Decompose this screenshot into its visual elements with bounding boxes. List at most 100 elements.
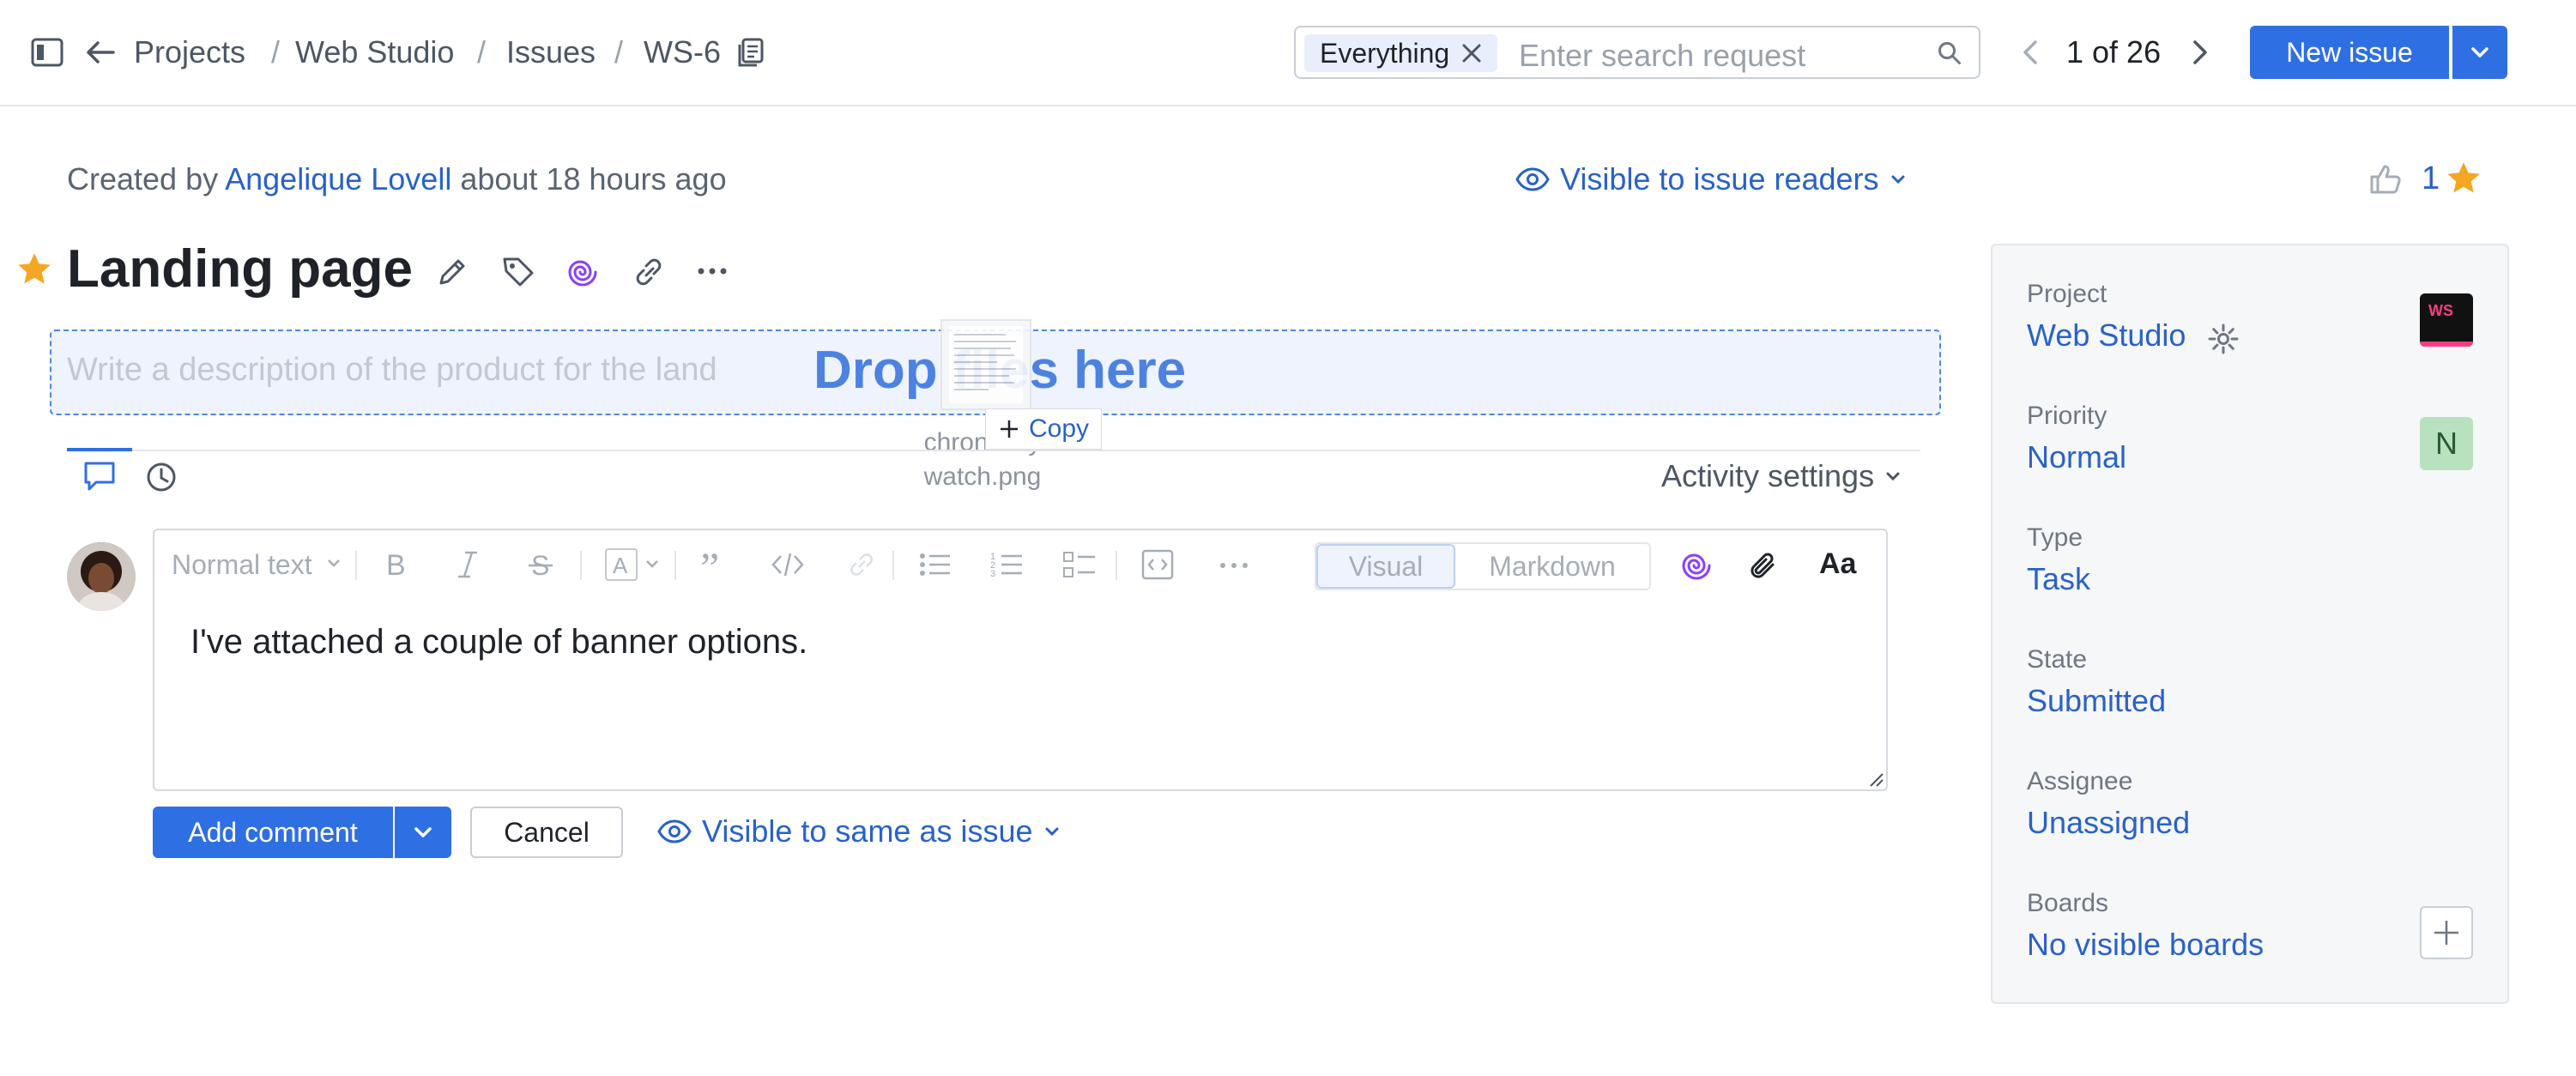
text-style-select[interactable]: Normal text: [172, 549, 312, 581]
activity-settings-label: Activity settings: [1661, 458, 1875, 493]
field-label-project: Project: [2027, 280, 2107, 308]
issue-visibility-label: Visible to issue readers: [1560, 161, 1879, 196]
issue-title[interactable]: Landing page: [67, 239, 413, 299]
breadcrumb-separator: /: [271, 34, 281, 70]
avatar: [67, 542, 136, 611]
dragged-file-thumbnail: [940, 319, 1031, 410]
breadcrumb-project[interactable]: Web Studio: [295, 34, 454, 70]
tab-comments-icon[interactable]: [82, 460, 117, 493]
thumbs-up-icon[interactable]: [2368, 161, 2403, 196]
issue-created-meta: Created by Angelique Lovell about 18 hou…: [67, 161, 727, 197]
search-input[interactable]: Enter search request: [1519, 38, 1805, 74]
copy-label: Copy: [1029, 414, 1090, 443]
code-icon[interactable]: [771, 549, 805, 580]
issue-reactions: 1: [2368, 160, 2482, 197]
active-tab-indicator: [67, 448, 132, 451]
numbered-list-icon[interactable]: 123: [990, 549, 1025, 580]
toolbar-divider: [674, 551, 676, 580]
bullet-list-icon[interactable]: [918, 549, 952, 580]
new-issue-button[interactable]: New issue: [2250, 26, 2449, 79]
comment-editor[interactable]: Normal text B S A ” 1 2 3 Visual Markdow…: [153, 529, 1888, 791]
cancel-button[interactable]: Cancel: [470, 807, 623, 858]
toolbar-divider: [1116, 551, 1117, 580]
activity-tabs-divider: [67, 450, 1920, 451]
search-icon[interactable]: [1938, 41, 1962, 65]
italic-icon[interactable]: [455, 549, 481, 580]
issue-visibility-selector[interactable]: Visible to issue readers: [1515, 161, 1907, 197]
add-comment-dropdown-button[interactable]: [395, 807, 451, 858]
field-label-boards: Boards: [2027, 889, 2109, 917]
field-label-state: State: [2027, 645, 2088, 674]
field-value-priority[interactable]: Normal: [2027, 439, 2126, 475]
breadcrumb-separator: /: [477, 34, 487, 70]
field-value-project[interactable]: Web Studio: [2027, 317, 2186, 354]
star-icon: [2445, 160, 2482, 197]
edit-pencil-icon[interactable]: [436, 256, 469, 288]
breadcrumb-projects[interactable]: Projects: [134, 34, 245, 70]
text-color-icon[interactable]: A: [604, 547, 664, 582]
add-comment-button[interactable]: Add comment: [153, 807, 393, 858]
drag-copy-badge: Copy: [985, 408, 1103, 450]
created-time: about 18 hours ago: [460, 161, 727, 196]
field-value-boards[interactable]: No visible boards: [2027, 927, 2264, 963]
resize-handle-icon[interactable]: [1867, 771, 1884, 788]
new-issue-dropdown-button[interactable]: [2452, 26, 2507, 79]
created-by-label: Created by: [67, 161, 219, 196]
toolbar-divider: [355, 551, 357, 580]
field-value-assignee[interactable]: Unassigned: [2027, 805, 2190, 841]
comment-text[interactable]: I've attached a couple of banner options…: [190, 623, 807, 662]
chevron-down-icon: [1043, 825, 1061, 837]
activity-settings-dropdown[interactable]: Activity settings: [1661, 458, 1902, 494]
gear-icon[interactable]: [2207, 323, 2240, 355]
tag-icon[interactable]: [501, 256, 535, 288]
font-settings-toggle[interactable]: Aa: [1819, 547, 1856, 581]
breadcrumb-issues[interactable]: Issues: [506, 34, 596, 70]
ai-assistant-icon[interactable]: [566, 256, 599, 288]
toolbar-divider: [892, 551, 894, 580]
more-formatting-icon[interactable]: [1218, 561, 1249, 570]
copy-id-icon[interactable]: [736, 38, 764, 69]
author-link[interactable]: Angelique Lovell: [225, 161, 451, 196]
field-value-type[interactable]: Task: [2027, 561, 2090, 597]
search-context-chip[interactable]: Everything: [1304, 34, 1498, 72]
editor-toolbar: Normal text B S A ” 1 2 3 Visual Markdow…: [154, 530, 1886, 599]
field-value-state[interactable]: Submitted: [2027, 683, 2166, 719]
top-bar: Projects / Web Studio / Issues / WS-6 Ev…: [0, 0, 2576, 106]
markdown-mode-button[interactable]: Markdown: [1455, 544, 1649, 589]
more-options-icon[interactable]: [697, 266, 728, 276]
bold-icon[interactable]: B: [383, 549, 408, 580]
previous-issue-icon[interactable]: [2022, 39, 2039, 65]
link-icon[interactable]: [632, 256, 666, 288]
quote-icon[interactable]: ”: [698, 549, 729, 580]
chevron-down-icon: [1890, 173, 1907, 185]
visual-mode-button[interactable]: Visual: [1316, 544, 1455, 589]
back-arrow-icon[interactable]: [86, 39, 115, 65]
ai-assistant-icon[interactable]: [1680, 549, 1713, 582]
search-context-label: Everything: [1320, 37, 1450, 69]
star-icon[interactable]: [15, 251, 53, 288]
editor-mode-toggle: Visual Markdown: [1315, 542, 1651, 590]
project-logo-text: WS: [2428, 302, 2453, 319]
attachment-paperclip-icon[interactable]: [1747, 549, 1780, 582]
svg-text:A: A: [613, 553, 628, 578]
checklist-icon[interactable]: [1062, 549, 1097, 580]
project-logo: WS: [2420, 293, 2473, 347]
star-counter[interactable]: 1: [2422, 160, 2482, 197]
search-box[interactable]: Everything Enter search request: [1294, 26, 1980, 79]
field-label-type: Type: [2027, 523, 2083, 552]
tab-history-clock-icon[interactable]: [146, 462, 177, 493]
comment-visibility-selector[interactable]: Visible to same as issue: [657, 813, 1061, 849]
close-icon[interactable]: [1461, 43, 1482, 63]
next-issue-icon[interactable]: [2192, 39, 2209, 65]
breadcrumb-issue-id: WS-6: [644, 34, 721, 70]
star-count: 1: [2422, 160, 2440, 196]
dragged-file-name-line: watch.png: [923, 462, 1042, 491]
link-icon: [846, 549, 877, 580]
svg-text:”: ”: [700, 549, 719, 580]
eye-icon: [1515, 166, 1550, 192]
sidebar-toggle-icon[interactable]: [31, 38, 63, 67]
code-block-icon[interactable]: [1141, 549, 1174, 580]
add-to-board-button[interactable]: [2420, 906, 2473, 959]
strikethrough-icon[interactable]: S: [527, 549, 554, 580]
eye-icon: [657, 819, 692, 844]
